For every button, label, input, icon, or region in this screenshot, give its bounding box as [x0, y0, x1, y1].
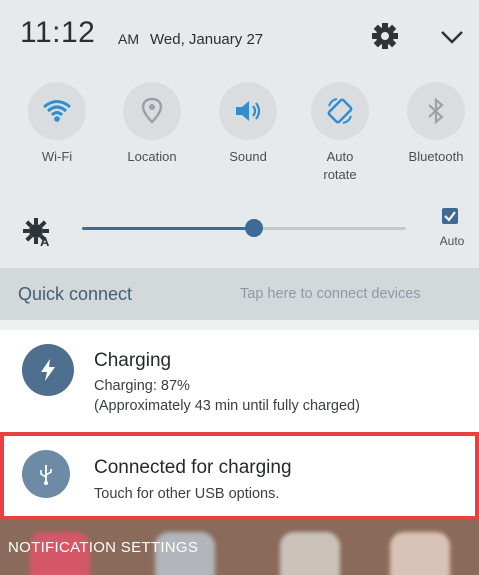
svg-text:A: A [40, 234, 50, 249]
auto-brightness-icon: A [22, 216, 62, 250]
sound-icon [219, 82, 277, 140]
toggle-sound[interactable]: Sound [203, 82, 293, 194]
app-icon [390, 532, 450, 575]
bolt-icon [22, 344, 74, 396]
notification-usb[interactable]: Connected for charging Touch for other U… [0, 432, 479, 520]
notification-settings-button[interactable]: NOTIFICATION SETTINGS [8, 539, 198, 556]
quick-connect-title: Quick connect [18, 284, 133, 304]
app-icon [280, 532, 340, 575]
notification-line: (Approximately 43 min until fully charge… [94, 398, 360, 414]
usb-icon [22, 450, 70, 498]
status-row: 11:12 AM Wed, January 27 [0, 0, 479, 74]
status-date: Wed, January 27 [150, 31, 264, 48]
brightness-track[interactable] [254, 227, 406, 230]
chevron-down-icon[interactable] [437, 26, 467, 48]
notification-text: Charging: 87% (Approximately 43 min unti… [94, 376, 360, 416]
auto-brightness-label: Auto [439, 234, 465, 248]
notification-title: Charging [94, 350, 172, 371]
brightness-slider-thumb[interactable] [245, 219, 263, 237]
divider [0, 320, 479, 330]
notification-title: Connected for charging [94, 457, 292, 478]
notification-text: Touch for other USB options. [94, 486, 280, 502]
clock-ampm: AM [118, 31, 139, 47]
quick-connect-bar[interactable]: Quick connect Tap here to connect device… [0, 268, 479, 320]
location-icon [123, 82, 181, 140]
gear-icon[interactable] [369, 20, 401, 52]
toggle-location[interactable]: Location [107, 82, 197, 194]
toggle-label: Bluetooth [408, 149, 464, 164]
wifi-icon [28, 82, 86, 140]
quick-connect-hint: Tap here to connect devices [240, 286, 421, 302]
clock-time: 11:12 [20, 16, 96, 49]
auto-rotate-icon [311, 82, 369, 140]
toggle-label: Wi-Fi [41, 149, 73, 164]
auto-brightness-checkbox[interactable] [442, 208, 458, 224]
bluetooth-icon [407, 82, 465, 140]
notification-charging[interactable]: Charging Charging: 87% (Approximately 43… [0, 330, 479, 432]
toggle-label: Location [127, 149, 177, 164]
toggle-label: Auto rotate [323, 149, 357, 182]
toggle-bluetooth[interactable]: Bluetooth [391, 82, 479, 194]
toggle-wifi[interactable]: Wi-Fi [12, 82, 102, 194]
quick-settings-panel: 11:12 AM Wed, January 27 Wi-Fi Location … [0, 0, 479, 268]
brightness-row: A Auto [0, 200, 479, 262]
notification-line: Charging: 87% [94, 378, 190, 394]
brightness-track-filled [82, 227, 254, 230]
toggle-label: Sound [229, 149, 267, 164]
toggle-auto-rotate[interactable]: Auto rotate [295, 82, 385, 194]
